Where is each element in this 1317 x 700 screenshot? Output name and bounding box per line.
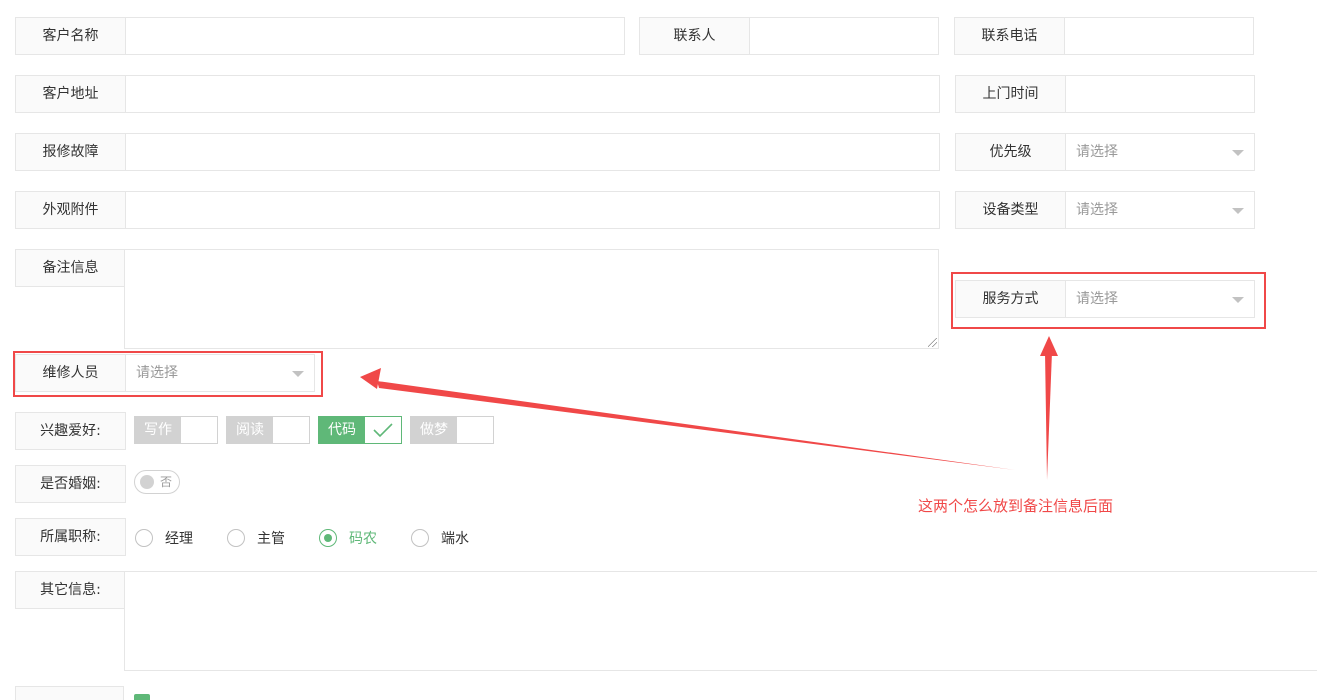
arrow-up-head (1040, 336, 1058, 356)
arrow-left-head (360, 368, 381, 389)
annotation-arrows (360, 336, 1058, 480)
arrow-left-shaft (377, 381, 1015, 470)
arrow-up-shaft (1045, 352, 1052, 480)
annotation-note: 这两个怎么放到备注信息后面 (918, 497, 1114, 515)
